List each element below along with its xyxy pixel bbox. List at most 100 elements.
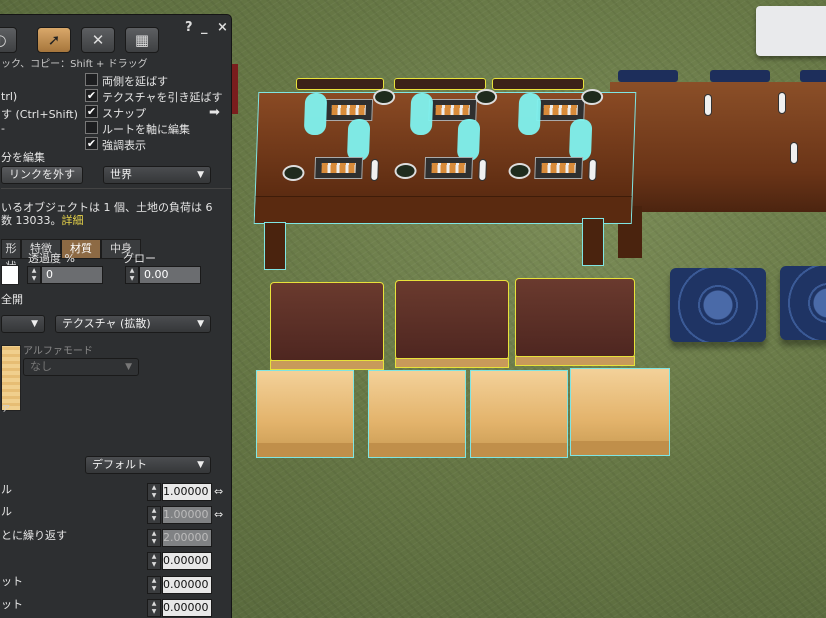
color-swatch[interactable] (1, 265, 19, 285)
white-slab-object[interactable] (756, 6, 826, 56)
edit-tool-button[interactable]: ✕ (81, 27, 115, 53)
floor-cushion[interactable] (780, 266, 826, 340)
transparency-label: 透過度 % (28, 252, 75, 265)
chopsticks (370, 159, 379, 181)
vertical-offset-input[interactable]: 0.00000 (162, 599, 212, 617)
minimize-button[interactable]: _ (201, 20, 208, 35)
food-plate (428, 99, 478, 121)
alpha-mode-dropdown[interactable]: なし ▼ (23, 358, 139, 376)
stretch-both-sides-label: 両側を延ばす (102, 75, 168, 88)
move-tool-button[interactable]: ➚ (37, 27, 71, 53)
back-stool[interactable] (394, 78, 486, 90)
alpha-mode-value: なし (30, 360, 52, 373)
material-type-dropdown[interactable]: ▼ (1, 315, 45, 333)
glow-spinner[interactable]: ▲ ▼ (125, 266, 139, 284)
glass-jug (456, 119, 481, 161)
selected-dining-table[interactable] (253, 89, 637, 224)
horizontal-offset-input[interactable]: 0.00000 (162, 576, 212, 594)
chopsticks (790, 142, 798, 164)
stool-base (395, 358, 509, 368)
repeats-input[interactable]: 2.00000 (162, 529, 212, 547)
tool-hint-text: ック、コピー：Shift + ドラッグ (1, 59, 148, 70)
edit-root-axis-label: ルートを軸に編集 (102, 123, 190, 136)
long-table-object[interactable] (610, 82, 826, 212)
vertical-scale-spinner[interactable]: ▲ ▼ (147, 506, 161, 524)
stool-seat[interactable] (395, 280, 509, 360)
glass-jug (346, 119, 371, 161)
chevron-down-icon: ▼ (197, 170, 204, 180)
food-plate (424, 157, 474, 179)
bowl (508, 163, 531, 179)
back-stool[interactable] (296, 78, 384, 90)
back-stool[interactable] (492, 78, 584, 90)
stretch-textures-checkbox[interactable]: ✔ (85, 89, 98, 102)
flip-icon[interactable]: ⇔ (214, 485, 230, 499)
wooden-block[interactable] (256, 370, 354, 458)
close-button[interactable]: × (217, 20, 228, 35)
horizontal-scale-input[interactable]: 1.00000 (162, 483, 212, 501)
details-link[interactable]: 詳細 (62, 214, 84, 227)
vertical-offset-spinner[interactable]: ▲ ▼ (147, 599, 161, 617)
transparency-spinner[interactable]: ▲ ▼ (27, 266, 41, 284)
chevron-down-icon: ▼ (197, 460, 204, 470)
snap-checkbox[interactable]: ✔ (85, 105, 98, 118)
alpha-mode-label: アルファモード (23, 346, 93, 357)
edit-icon: ✕ (91, 31, 105, 49)
glass-jug (568, 119, 593, 161)
wooden-block[interactable] (470, 370, 568, 458)
horizontal-scale-spinner[interactable]: ▲ ▼ (147, 483, 161, 501)
divider (1, 188, 231, 189)
stretch-textures-label: テクスチャを引き延ばす (102, 91, 223, 104)
highlight-label: 強調表示 (102, 139, 146, 152)
table-leg (582, 218, 604, 266)
bowl (394, 163, 417, 179)
create-tool-button[interactable]: ▦ (125, 27, 159, 53)
ruler-mode-dropdown[interactable]: 世界 ▼ (103, 166, 211, 184)
stool-seat[interactable] (515, 278, 635, 358)
stool-seat[interactable] (270, 282, 384, 362)
vertical-scale-input[interactable]: 1.00000 (162, 506, 212, 524)
bowl (580, 89, 604, 105)
food-plate (536, 99, 586, 121)
table-leg (264, 222, 286, 270)
highlight-checkbox[interactable]: ✔ (85, 137, 98, 150)
flip-icon[interactable]: ⇔ (214, 508, 230, 522)
snap-label: スナップ (102, 107, 146, 120)
bowl (282, 165, 305, 181)
texture-type-dropdown[interactable]: テクスチャ (拡散) ▼ (55, 315, 211, 333)
wooden-block[interactable] (570, 368, 670, 456)
red-post-object[interactable] (231, 64, 238, 114)
unlink-button[interactable]: リンクを外す (1, 166, 83, 184)
ctrl-shift-label: す (Ctrl+Shift) (1, 108, 78, 121)
glow-label: グロー (123, 252, 156, 265)
move-icon: ➚ (47, 31, 61, 49)
rotation-input[interactable]: 0.00000 (162, 552, 212, 570)
build-tool-floater[interactable]: ? _ × ◐ ➚ ✕ ▦ ック、コピー：Shift + ドラッグ trl) す… (0, 14, 232, 618)
transparency-input[interactable]: 0 (41, 266, 103, 284)
repeats-spinner[interactable]: ▲ ▼ (147, 529, 161, 547)
cushion-object[interactable] (618, 70, 678, 82)
bowl (474, 89, 498, 105)
food-plate (324, 99, 374, 121)
edit-root-axis-checkbox[interactable] (85, 121, 98, 134)
chopsticks (478, 159, 487, 181)
arrow-right-icon[interactable]: ➡ (209, 105, 220, 120)
wooden-block[interactable] (368, 370, 466, 458)
horizontal-offset-spinner[interactable]: ▲ ▼ (147, 576, 161, 594)
cushion-object[interactable] (710, 70, 770, 82)
glow-input[interactable]: 0.00 (139, 266, 201, 284)
help-button[interactable]: ? (185, 20, 193, 35)
stretch-both-sides-checkbox[interactable] (85, 73, 98, 86)
focus-tool-button[interactable]: ◐ (0, 27, 17, 53)
floor-cushion[interactable] (670, 268, 766, 342)
horizontal-scale-label: ル (1, 483, 12, 496)
rotation-spinner[interactable]: ▲ ▼ (147, 552, 161, 570)
vertical-scale-label: ル (1, 505, 12, 518)
mapping-value: デフォルト (92, 458, 147, 471)
tab-general[interactable]: 形状 (1, 239, 21, 273)
mapping-dropdown[interactable]: デフォルト ▼ (85, 456, 211, 474)
cushion-object[interactable] (800, 70, 826, 82)
full-bright-label: 全開 (1, 293, 23, 306)
edit-parts-label: 分を編集 (1, 151, 45, 164)
stool-base (270, 360, 384, 370)
